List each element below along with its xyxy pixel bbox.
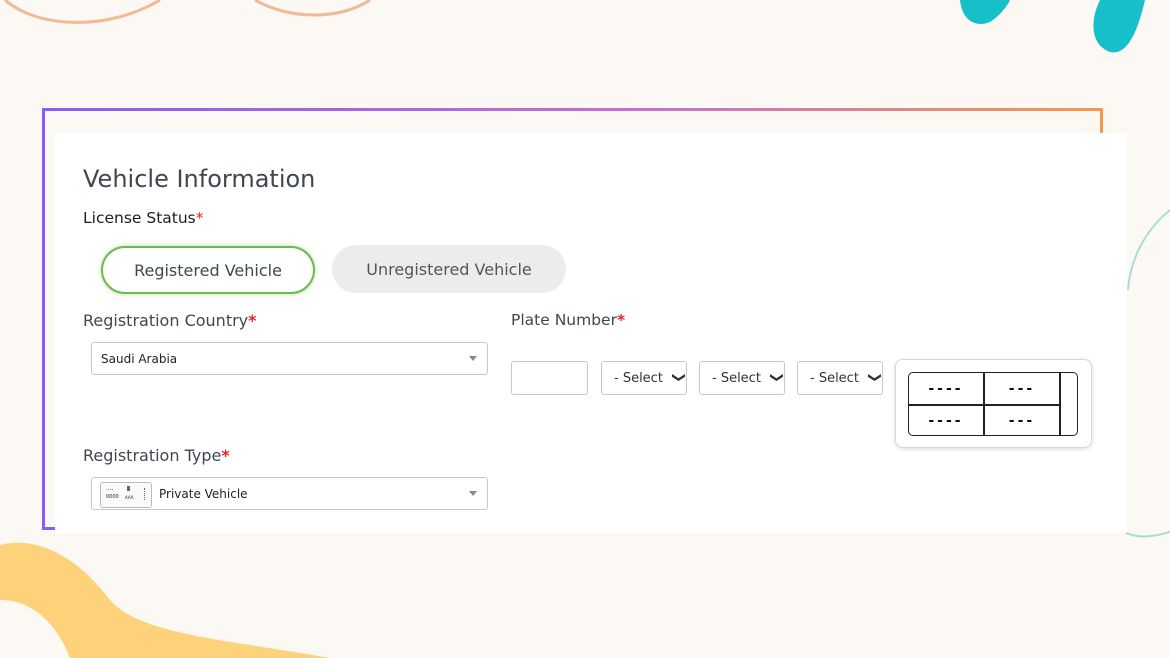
unregistered-vehicle-label: Unregistered Vehicle (366, 259, 532, 279)
registration-type-label-text: Registration Type (83, 446, 222, 465)
plate-letter-1-select[interactable]: - Select ❯ (601, 361, 687, 395)
registered-vehicle-label: Registered Vehicle (134, 260, 282, 280)
registration-country-value: Saudi Arabia (101, 351, 178, 366)
required-mark: * (195, 209, 204, 227)
registered-vehicle-button[interactable]: Registered Vehicle (101, 246, 315, 294)
required-mark: * (221, 446, 230, 465)
license-status-label: License Status* (83, 209, 204, 227)
plate-number-label: Plate Number* (511, 311, 625, 329)
plate-number-input[interactable] (511, 361, 588, 395)
license-plate-graphic: ---- --- ---- --- (908, 372, 1078, 436)
plate-letter-3-value: - Select (810, 370, 859, 386)
plate-number-label-text: Plate Number (511, 311, 617, 329)
registration-country-label-text: Registration Country (83, 311, 249, 330)
dropdown-caret-icon (469, 491, 477, 496)
unregistered-vehicle-button[interactable]: Unregistered Vehicle (332, 245, 566, 293)
registration-country-label: Registration Country* (83, 311, 257, 330)
plate-preview: ---- --- ---- --- (895, 359, 1092, 448)
registration-type-select[interactable]: .... 0000 AAA Private Vehicle (91, 477, 488, 510)
registration-country-select[interactable]: Saudi Arabia (91, 342, 488, 375)
plate-preview-numbers-bottom: ---- (928, 413, 964, 429)
required-mark: * (248, 311, 257, 330)
plate-letter-2-value: - Select (712, 370, 761, 386)
chevron-down-icon: ❯ (671, 372, 687, 383)
plate-letter-2-select[interactable]: - Select ❯ (699, 361, 785, 395)
required-mark: * (616, 311, 626, 329)
dropdown-caret-icon (469, 356, 477, 361)
registration-type-label: Registration Type* (83, 446, 230, 465)
chevron-down-icon: ❯ (867, 372, 883, 383)
plate-preview-numbers-top: ---- (928, 380, 964, 397)
plate-preview-letters-top: --- (1008, 380, 1036, 397)
section-title: Vehicle Information (83, 165, 316, 193)
plate-letter-1-value: - Select (614, 370, 663, 386)
plate-letter-3-select[interactable]: - Select ❯ (797, 361, 883, 395)
form-frame: Vehicle Information License Status* Regi… (42, 108, 1127, 533)
license-status-label-text: License Status (83, 209, 196, 227)
chevron-down-icon: ❯ (769, 372, 785, 383)
plate-preview-letters-bottom: --- (1008, 413, 1036, 429)
registration-type-value: Private Vehicle (159, 486, 248, 501)
vehicle-information-card: Vehicle Information License Status* Regi… (55, 133, 1127, 533)
plate-thumbnail-icon: .... 0000 AAA (100, 482, 152, 508)
